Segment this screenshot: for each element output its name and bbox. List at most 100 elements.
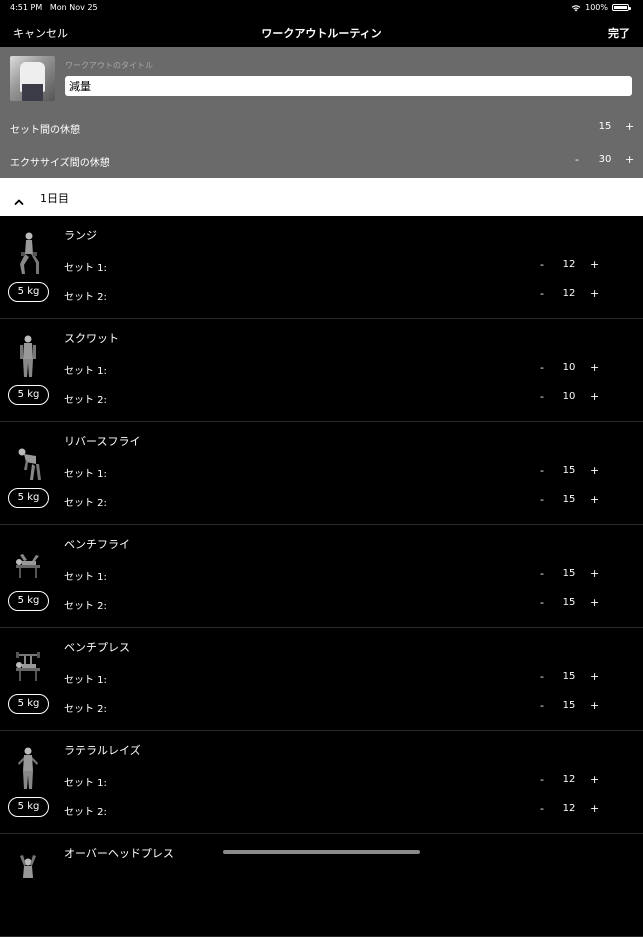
exercise-row: リバースフライ 5 kg セット 1: -15 + セット 2: -15 +	[0, 422, 643, 525]
set-label: セット 2:	[64, 704, 107, 715]
rep-decrement-button[interactable]: -	[540, 670, 544, 683]
exercise-name: オーバーヘッドプレス	[64, 847, 174, 860]
rep-increment-button[interactable]: +	[590, 699, 599, 712]
exercise-name: ベンチプレス	[64, 641, 130, 654]
rep-decrement-button[interactable]: -	[540, 464, 544, 477]
set-label: セット 2:	[64, 498, 107, 509]
rep-increment-button[interactable]: +	[590, 670, 599, 683]
rep-decrement-button[interactable]: -	[540, 361, 544, 374]
rep-decrement-button[interactable]: -	[540, 567, 544, 580]
exercise-row: スクワット 5 kg セット 1: -10 + セット 2: -10 +	[0, 319, 643, 422]
exercise-row: ベンチフライ 5 kg セット 1: -15 + セット 2: -15 +	[0, 525, 643, 628]
nav-bar: キャンセル ワークアウトルーティン 完了	[0, 16, 643, 47]
rep-increment-button[interactable]: +	[590, 596, 599, 609]
set-row: セット 1: - 10 +	[0, 360, 643, 377]
page-title: ワークアウトルーティン	[261, 27, 382, 40]
rest-between-sets-label: セット間の休憩	[10, 125, 80, 136]
set-row: セット 2: - 15 +	[0, 698, 643, 715]
set-row: セット 1: - 12 +	[0, 772, 643, 789]
rest-between-exercises-row: エクササイズ間の休憩 - 30 +	[0, 150, 643, 170]
day-section-header[interactable]: 1日目	[0, 178, 643, 216]
rep-count: 12	[562, 803, 576, 814]
workout-settings: ワークアウトのタイトル セット間の休憩 15 + エクササイズ間の休憩 - 30…	[0, 47, 643, 178]
wifi-icon	[571, 4, 581, 12]
set-row: セット 1: - 15 +	[0, 566, 643, 583]
day-label: 1日目	[40, 192, 69, 205]
status-right: 100%	[571, 3, 631, 12]
exercise-name: ランジ	[64, 229, 97, 242]
rep-count: 15	[562, 671, 576, 682]
rep-decrement-button[interactable]: -	[540, 699, 544, 712]
home-indicator	[223, 850, 420, 854]
set-row: セット 2: - 10 +	[0, 389, 643, 406]
battery-fill	[614, 6, 627, 9]
rep-count: 15	[562, 568, 576, 579]
rep-count: 15	[562, 465, 576, 476]
set-row: セット 1: - 15 +	[0, 669, 643, 686]
set-label: セット 1:	[64, 778, 107, 789]
set-label: セット 2:	[64, 395, 107, 406]
rest-between-exercises-value: 30	[598, 154, 612, 165]
rep-increment-button[interactable]: +	[590, 464, 599, 477]
rep-increment-button[interactable]: +	[590, 258, 599, 271]
set-label: セット 1:	[64, 572, 107, 583]
rep-increment-button[interactable]: +	[590, 773, 599, 786]
rep-increment-button[interactable]: +	[590, 390, 599, 403]
rep-increment-button[interactable]: +	[590, 802, 599, 815]
rep-count: 15	[562, 597, 576, 608]
rest-between-sets-increment[interactable]: +	[625, 120, 634, 133]
rest-between-exercises-decrement[interactable]: -	[575, 153, 579, 166]
set-label: セット 1:	[64, 469, 107, 480]
rep-count: 12	[562, 288, 576, 299]
chevron-up-icon[interactable]	[14, 191, 24, 210]
rep-increment-button[interactable]: +	[590, 567, 599, 580]
exercise-name: ラテラルレイズ	[64, 744, 141, 757]
rest-between-exercises-increment[interactable]: +	[625, 153, 634, 166]
rep-increment-button[interactable]: +	[590, 493, 599, 506]
set-label: セット 1:	[64, 675, 107, 686]
exercise-name: リバースフライ	[64, 435, 141, 448]
exercise-name: ベンチフライ	[64, 538, 130, 551]
set-row: セット 1: - 12 +	[0, 257, 643, 274]
rep-decrement-button[interactable]: -	[540, 596, 544, 609]
exercise-row: ベンチプレス 5 kg セット 1: -15 + セット 2: -15 +	[0, 628, 643, 731]
exercise-row: ラテラルレイズ 5 kg セット 1: -12 + セット 2: -12 +	[0, 731, 643, 834]
rest-between-exercises-label: エクササイズ間の休憩	[10, 158, 110, 169]
rep-decrement-button[interactable]: -	[540, 258, 544, 271]
set-label: セット 2:	[64, 807, 107, 818]
workout-title-input[interactable]	[65, 76, 632, 96]
set-row: セット 2: - 12 +	[0, 286, 643, 303]
set-row: セット 2: - 12 +	[0, 801, 643, 818]
rep-count: 15	[562, 700, 576, 711]
set-row: セット 2: - 15 +	[0, 595, 643, 612]
set-label: セット 2:	[64, 292, 107, 303]
rep-decrement-button[interactable]: -	[540, 802, 544, 815]
set-label: セット 1:	[64, 263, 107, 274]
exercise-row: ランジ 5 kg セット 1: -12 + セット 2: -12 +	[0, 216, 643, 319]
rep-decrement-button[interactable]: -	[540, 287, 544, 300]
exercise-figure-image	[14, 848, 42, 894]
set-label: セット 2:	[64, 601, 107, 612]
rep-increment-button[interactable]: +	[590, 287, 599, 300]
exercise-name: スクワット	[64, 332, 119, 345]
rep-count: 15	[562, 494, 576, 505]
battery-icon	[612, 4, 631, 11]
rep-decrement-button[interactable]: -	[540, 493, 544, 506]
rep-count: 10	[562, 362, 576, 373]
rep-count: 12	[562, 259, 576, 270]
set-row: セット 1: - 15 +	[0, 463, 643, 480]
done-button[interactable]: 完了	[608, 25, 630, 41]
rest-between-sets-row: セット間の休憩 15 +	[0, 117, 643, 137]
set-row: セット 2: - 15 +	[0, 492, 643, 509]
rep-count: 10	[562, 391, 576, 402]
rep-increment-button[interactable]: +	[590, 361, 599, 374]
status-bar: 4:51 PM Mon Nov 25 100%	[0, 0, 643, 16]
workout-title-label: ワークアウトのタイトル	[65, 61, 153, 70]
rest-between-sets-value: 15	[598, 121, 612, 132]
rep-decrement-button[interactable]: -	[540, 390, 544, 403]
rep-count: 12	[562, 774, 576, 785]
status-time: 4:51 PM Mon Nov 25	[10, 3, 98, 12]
rep-decrement-button[interactable]: -	[540, 773, 544, 786]
battery-percent: 100%	[585, 3, 608, 12]
workout-thumbnail[interactable]	[10, 56, 55, 101]
